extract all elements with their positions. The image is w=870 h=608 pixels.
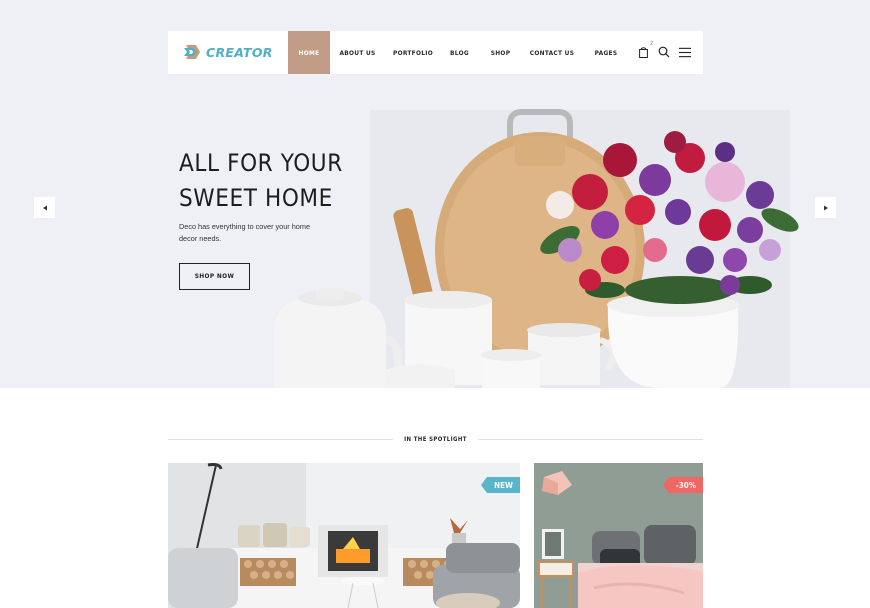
nav-contact-us[interactable]: CONTACT US — [523, 31, 581, 74]
nav-pages[interactable]: PAGES — [581, 31, 631, 74]
slider-next-button[interactable] — [815, 197, 836, 218]
slider-prev-button[interactable] — [34, 197, 55, 218]
arrow-right-icon — [823, 205, 828, 210]
nav-about-us[interactable]: ABOUT US — [330, 31, 385, 74]
divider — [168, 438, 394, 440]
spotlight-heading: IN THE SPOTLIGHT — [168, 432, 704, 446]
hero-description: Deco has everything to cover your home d… — [179, 222, 311, 243]
nav-blog[interactable]: BLOG — [441, 31, 478, 74]
logo[interactable]: CREATOR — [182, 42, 273, 62]
nav-shop[interactable]: SHOP — [478, 31, 523, 74]
logo-mark-icon — [184, 45, 200, 59]
shop-now-button[interactable]: SHOP NOW — [179, 263, 250, 290]
search-button[interactable] — [658, 45, 670, 59]
cart-button[interactable]: 2 — [637, 41, 653, 59]
cart-count: 2 — [650, 41, 653, 47]
spotlight-card-bedroom[interactable]: -30% — [534, 463, 703, 608]
spotlight-title: IN THE SPOTLIGHT — [404, 435, 467, 443]
cart-icon — [638, 46, 648, 58]
living-room-image — [168, 463, 520, 608]
main-header: CREATOR HOME ABOUT US PORTFOLIO BLOG SHO… — [168, 31, 703, 74]
hero-slider: ALL FOR YOUR SWEET HOME Deco has everyth… — [0, 0, 870, 388]
badge-new: NEW — [481, 477, 520, 493]
main-nav: HOME ABOUT US PORTFOLIO BLOG SHOP CONTAC… — [288, 31, 631, 74]
hero-image — [274, 109, 799, 388]
search-icon — [658, 46, 670, 58]
arrow-left-icon — [42, 205, 47, 210]
badge-sale: -30% — [662, 477, 703, 493]
nav-portfolio[interactable]: PORTFOLIO — [385, 31, 441, 74]
hero-title-line1: ALL FOR YOUR — [179, 149, 343, 177]
nav-home[interactable]: HOME — [288, 31, 330, 74]
divider — [477, 438, 704, 440]
menu-icon — [679, 47, 691, 57]
hero-title: ALL FOR YOUR SWEET HOME — [179, 146, 399, 216]
logo-text: CREATOR — [206, 44, 273, 60]
header-tools: 2 — [637, 41, 691, 60]
hero-title-line2: SWEET HOME — [179, 184, 333, 212]
menu-button[interactable] — [679, 45, 691, 59]
spotlight-card-living-room[interactable]: NEW — [168, 463, 520, 608]
